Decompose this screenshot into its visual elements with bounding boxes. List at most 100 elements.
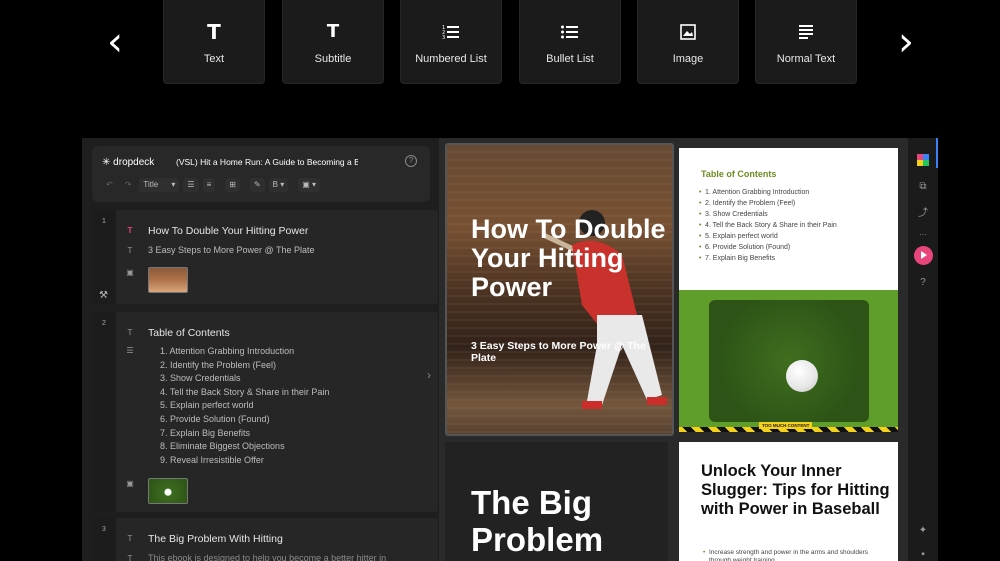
pen-tool-icon[interactable]: ✎ — [249, 178, 265, 192]
image-thumbnail[interactable] — [148, 267, 188, 293]
section-body: T How To Double Your Hitting Power T 3 E… — [116, 210, 438, 304]
linkedin-icon[interactable]: ▪ — [916, 548, 930, 561]
list-item[interactable]: 4. Tell the Back Story & Share in their … — [160, 387, 329, 397]
section-body-text[interactable]: This ebook is designed to help you becom… — [148, 553, 386, 561]
editor-panel: ✳ dropdeck (VSL) Hit a Home Run: A Guide… — [82, 138, 439, 561]
theme-palette-icon[interactable] — [916, 154, 930, 168]
subtitle-type-icon: T — [127, 246, 133, 255]
normal-text-icon — [756, 22, 856, 42]
list-item: 2. Identify the Problem (Feel) — [699, 200, 795, 207]
layout-tool-icon[interactable]: ⊞ — [225, 178, 240, 192]
slide-3[interactable]: The Big Problem — [445, 442, 668, 561]
list-item[interactable]: 7. Explain Big Benefits — [160, 428, 250, 438]
block-normal-text[interactable]: Normal Text — [755, 0, 857, 84]
section-title[interactable]: How To Double Your Hitting Power — [148, 225, 308, 237]
logo-icon: ✳ — [102, 157, 111, 168]
help-icon[interactable]: ? — [916, 276, 930, 290]
title-type-icon: T — [127, 534, 133, 543]
preview-icon[interactable]: ⧉ — [916, 180, 930, 194]
brand-logo[interactable]: ✳ dropdeck — [102, 157, 154, 168]
slide-title: How To Double Your Hitting Power — [471, 214, 666, 302]
image-type-icon: ▣ — [126, 268, 134, 277]
chevron-right-icon[interactable]: › — [891, 22, 921, 66]
block-image[interactable]: Image — [637, 0, 739, 84]
list-item: Increase strength and power in the arms … — [703, 549, 889, 561]
svg-text:3: 3 — [442, 35, 445, 40]
chevron-down-icon: ▾ — [171, 180, 176, 189]
overflow-warning-badge: TOO MUCH CONTENT — [759, 422, 813, 429]
more-icon[interactable]: ··· — [916, 228, 930, 242]
style-select[interactable]: Title ▾ — [139, 178, 180, 192]
redo-icon[interactable]: ↷ — [121, 178, 136, 192]
list-item[interactable]: 9. Reveal Irresistible Offer — [160, 455, 264, 465]
list-item: 3. Show Credentials — [699, 211, 768, 218]
list-item[interactable]: 2. Identify the Problem (Feel) — [160, 360, 276, 370]
baseball-image — [786, 360, 818, 392]
section-number: 3 — [92, 518, 116, 561]
image-thumbnail[interactable] — [148, 478, 188, 504]
section-body: T The Big Problem With Hitting T This eb… — [116, 518, 438, 561]
slide-title: The Big Problem — [471, 484, 604, 558]
section-body: T Table of Contents ☰ 1. Attention Grabb… — [116, 312, 438, 512]
present-play-icon[interactable] — [914, 246, 933, 265]
magic-wand-icon[interactable]: ⚒ — [99, 290, 108, 301]
image-icon — [638, 22, 738, 42]
section-number: 2 — [92, 312, 116, 512]
grass-image — [679, 290, 898, 432]
chevron-left-icon[interactable]: ‹ — [100, 22, 130, 66]
brand-name: dropdeck — [113, 157, 155, 168]
text-icon: T — [207, 20, 221, 44]
grass-photo — [709, 300, 869, 422]
block-subtitle[interactable]: T Subtitle — [282, 0, 384, 84]
slide-2[interactable]: Table of Contents 1. Attention Grabbing … — [679, 148, 898, 432]
right-rail: ⧉ ⤴ ··· ? ✦ ▪ — [907, 138, 938, 561]
bold-label: B — [272, 180, 278, 189]
section-subtitle[interactable]: 3 Easy Steps to More Power @ The Plate — [148, 245, 315, 255]
block-label: Text — [203, 53, 225, 65]
section-3: 3 T The Big Problem With Hitting T This … — [92, 518, 438, 561]
slide-title: Table of Contents — [701, 169, 777, 179]
collapse-panel-icon[interactable]: › — [427, 368, 431, 382]
list-item[interactable]: 1. Attention Grabbing Introduction — [160, 346, 294, 356]
block-numbered-list[interactable]: 123 Numbered List — [400, 0, 502, 84]
list-item[interactable]: 5. Explain perfect world — [160, 400, 254, 410]
list-item[interactable]: 3. Show Credentials — [160, 373, 241, 383]
undo-icon[interactable]: ↶ — [102, 178, 117, 192]
list-item[interactable]: 6. Provide Solution (Found) — [160, 414, 270, 424]
bold-button[interactable]: B ▾ — [268, 178, 289, 192]
slide-subtitle: 3 Easy Steps to More Power @ The Plate — [471, 340, 646, 364]
section-title[interactable]: Table of Contents — [148, 327, 230, 339]
block-carousel: ‹ T Text T Subtitle 123 Numbered List Bu… — [0, 0, 1000, 90]
editor-toolbar: ✳ dropdeck (VSL) Hit a Home Run: A Guide… — [92, 146, 430, 202]
app-window: ✳ dropdeck (VSL) Hit a Home Run: A Guide… — [82, 138, 938, 561]
list-item: 6. Provide Solution (Found) — [699, 244, 790, 251]
document-title[interactable]: (VSL) Hit a Home Run: A Guide to Becomin… — [176, 157, 358, 167]
text-type-icon: T — [127, 554, 133, 561]
help-icon[interactable]: ? — [405, 155, 417, 167]
bullet-list-tool-icon[interactable]: ☰ — [183, 178, 199, 192]
block-label: Image — [672, 53, 704, 65]
image-type-icon: ▣ — [126, 479, 134, 488]
block-bullet-list[interactable]: Bullet List — [519, 0, 621, 84]
section-1: 1 T How To Double Your Hitting Power T 3… — [92, 210, 438, 304]
slide-1[interactable]: How To Double Your Hitting Power 3 Easy … — [445, 143, 674, 436]
twitter-icon[interactable]: ✦ — [916, 524, 930, 538]
block-text[interactable]: T Text — [163, 0, 265, 84]
slide-4[interactable]: Unlock Your Inner Slugger: Tips for Hitt… — [679, 442, 898, 561]
slide-title: Unlock Your Inner Slugger: Tips for Hitt… — [701, 462, 890, 518]
list-item[interactable]: 8. Eliminate Biggest Objections — [160, 441, 285, 451]
title-type-icon: T — [127, 226, 133, 235]
numbered-list-tool-icon[interactable]: ≡ — [202, 178, 216, 192]
list-item: 5. Explain perfect world — [699, 233, 778, 240]
list-type-icon: ☰ — [126, 346, 134, 355]
block-label: Subtitle — [314, 53, 352, 65]
numbered-list-icon: 123 — [401, 22, 501, 42]
image-tool-icon[interactable]: ▣ ▾ — [298, 178, 321, 192]
list-item: 7. Explain Big Benefits — [699, 255, 775, 262]
subtitle-icon: T — [326, 21, 340, 42]
section-2: 2 T Table of Contents ☰ 1. Attention Gra… — [92, 312, 438, 512]
format-toolbar: ↶ ↷ Title ▾ ☰ ≡ ⊞ ✎ B ▾ ▣ ▾ — [102, 178, 321, 192]
style-select-value: Title — [143, 180, 159, 189]
section-title[interactable]: The Big Problem With Hitting — [148, 533, 283, 545]
share-icon[interactable]: ⤴ — [916, 207, 930, 221]
